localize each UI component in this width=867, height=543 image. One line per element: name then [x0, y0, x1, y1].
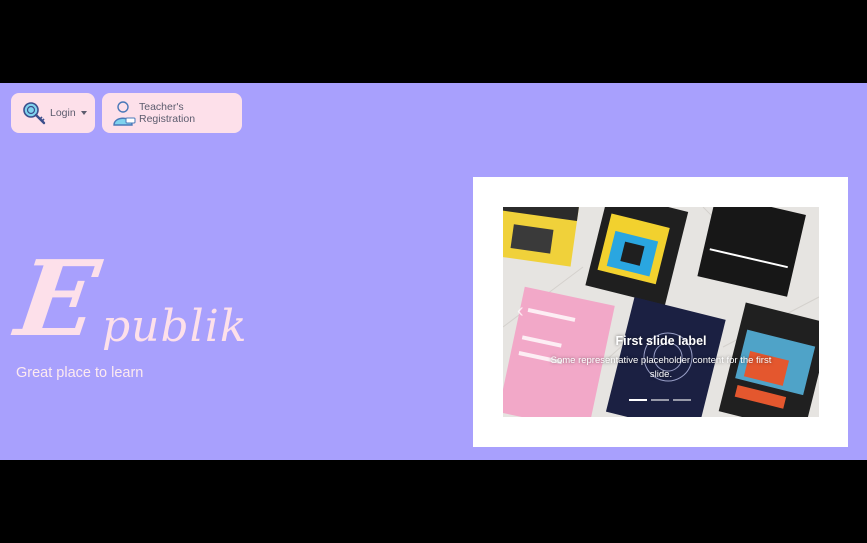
- image-carousel[interactable]: ‹ First slide label Some representative …: [503, 207, 819, 417]
- logo-initial: E: [9, 237, 106, 360]
- carousel-indicators: [629, 399, 691, 401]
- carousel-prev-control[interactable]: ‹: [517, 299, 535, 323]
- logo-wordmark: publik: [102, 301, 248, 352]
- carousel-card: ‹ First slide label Some representative …: [473, 177, 848, 447]
- carousel-indicator[interactable]: [673, 399, 691, 401]
- slide-caption: First slide label Some representative pl…: [543, 334, 779, 383]
- login-dropdown-button[interactable]: Login: [11, 93, 95, 133]
- teacher-registration-label: Teacher's Registration: [139, 101, 196, 125]
- brand-logo: E publik: [9, 237, 252, 363]
- key-search-icon: [23, 102, 46, 125]
- chevron-down-icon: [80, 111, 87, 115]
- hero-section: Login Teacher's Registration E publik Gr…: [0, 83, 867, 460]
- slide-text: Some representative placeholder content …: [550, 355, 772, 381]
- teacher-registration-button[interactable]: Teacher's Registration: [102, 93, 242, 133]
- slide-title: First slide label: [615, 334, 707, 348]
- tagline: Great place to learn: [16, 365, 144, 381]
- carousel-indicator[interactable]: [651, 399, 669, 401]
- books-slide-image: [503, 207, 819, 417]
- carousel-indicator[interactable]: [629, 399, 647, 401]
- login-label: Login: [50, 107, 76, 119]
- teacher-user-icon: [113, 101, 136, 126]
